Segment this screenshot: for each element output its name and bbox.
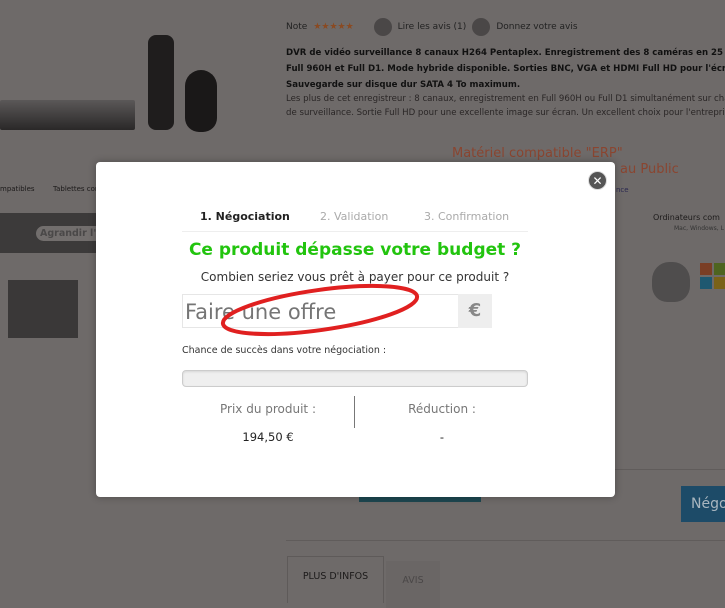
modal-subheading: Combien seriez vous prêt à payer pour ce… — [200, 270, 510, 284]
description-line: Les plus de cet enregistreur : 8 canaux,… — [286, 94, 725, 104]
price-label: Prix du produit : — [220, 402, 316, 416]
remote-image — [148, 35, 174, 130]
computers-label: Ordinateurs com — [653, 213, 720, 222]
erp-small: nce — [616, 186, 629, 194]
tab-avis[interactable]: AVIS — [386, 561, 440, 608]
description-line: de surveillance. Sortie Full HD pour une… — [286, 108, 725, 118]
apple-icon — [652, 262, 690, 302]
close-icon: ✕ — [592, 174, 603, 188]
description-line: Full 960H et Full D1. Mode hybride dispo… — [286, 64, 725, 74]
step-negociation: 1. Négociation — [200, 210, 290, 223]
step-validation: 2. Validation — [320, 210, 389, 223]
pencil-icon — [472, 18, 491, 36]
description-line: Sauvegarde sur disque dur SATA 4 To maxi… — [286, 80, 521, 90]
reduction-label: Réduction : — [408, 402, 476, 416]
read-reviews-link[interactable]: Lire les avis (1) — [398, 22, 467, 32]
close-button[interactable]: ✕ — [588, 171, 607, 190]
phones-label: mpatibles — [0, 185, 35, 193]
dvr-product-image — [0, 100, 135, 130]
divider — [286, 540, 725, 541]
rating: Note ★★★★★ Lire les avis (1) Donnez votr… — [286, 18, 578, 36]
app-diagram-image — [8, 280, 78, 338]
tab-plus-infos[interactable]: PLUS D'INFOS — [287, 556, 384, 603]
reduction-value: - — [439, 430, 445, 444]
erp-title: Matériel compatible "ERP" — [452, 146, 623, 161]
rating-label: Note — [286, 22, 308, 32]
description-line: DVR de vidéo surveillance 8 canaux H264 … — [286, 48, 725, 58]
negotiate-button[interactable]: Négo — [681, 486, 725, 522]
column-divider — [354, 396, 355, 428]
chance-label: Chance de succès dans votre négociation … — [182, 345, 387, 356]
comment-icon — [373, 18, 392, 36]
computers-sub: Mac, Windows, L — [674, 225, 724, 232]
erp-subtitle: au Public — [620, 162, 679, 177]
modal-heading: Ce produit dépasse votre budget ? — [188, 240, 522, 260]
step-confirmation: 3. Confirmation — [424, 210, 510, 223]
stars-icon: ★★★★★ — [313, 22, 354, 32]
give-review-link[interactable]: Donnez votre avis — [496, 22, 577, 32]
chance-progress-bar — [182, 370, 528, 387]
windows-icon — [700, 263, 725, 289]
red-ellipse-annotation — [220, 283, 420, 337]
euro-addon: € — [458, 294, 492, 328]
mouse-image — [185, 70, 217, 132]
price-value: 194,50 € — [242, 430, 294, 444]
steps-divider — [182, 231, 528, 232]
